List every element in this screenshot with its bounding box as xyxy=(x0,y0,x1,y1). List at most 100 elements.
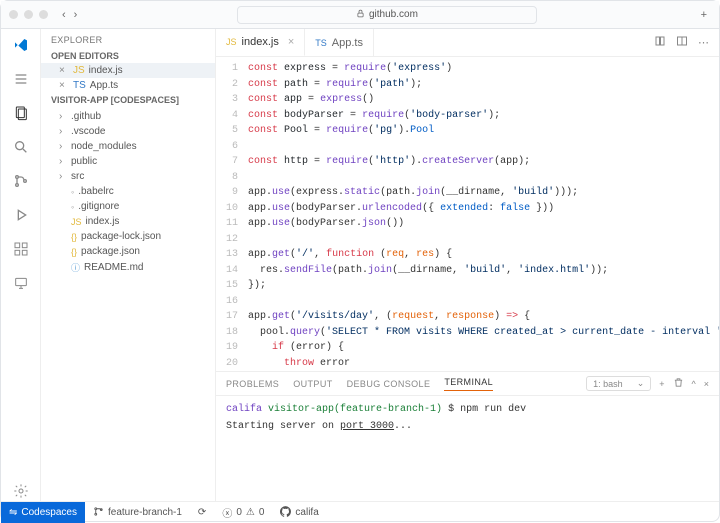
new-tab-icon[interactable]: + xyxy=(697,9,711,21)
address-text: github.com xyxy=(369,9,418,20)
code-body[interactable]: const express = require('express') const… xyxy=(244,57,719,371)
file-icon: {} xyxy=(71,232,77,242)
folder-item[interactable]: ›public xyxy=(41,154,215,169)
codespaces-pill[interactable]: ⇋ Codespaces xyxy=(1,502,85,523)
item-label: node_modules xyxy=(71,141,137,152)
warning-icon: ⚠ xyxy=(246,507,255,518)
traffic-lights xyxy=(9,10,48,19)
sync-status[interactable]: ⟳ 0↓ 0↑ xyxy=(190,507,214,518)
address-bar[interactable]: github.com xyxy=(237,6,537,24)
terminal-user: califa xyxy=(226,404,262,415)
open-editor-item[interactable]: × TS App.ts xyxy=(41,78,215,93)
prompt-symbol: $ xyxy=(448,404,454,415)
git-branch-icon xyxy=(93,506,104,520)
file-item[interactable]: ◦.babelrc xyxy=(41,184,215,199)
folder-item[interactable]: › src xyxy=(41,169,215,184)
terminal[interactable]: califa visitor-app(feature-branch-1) $ n… xyxy=(216,396,719,501)
item-label: public xyxy=(71,156,97,167)
line-gutter: 1234567891011121314151617181920212223242… xyxy=(216,57,244,371)
item-label: src xyxy=(71,171,84,182)
error-icon: ⓧ xyxy=(222,505,232,520)
item-label: .babelrc xyxy=(78,186,114,197)
close-dot[interactable] xyxy=(9,10,18,19)
new-terminal-icon[interactable]: + xyxy=(659,379,664,389)
file-icon: {} xyxy=(71,247,77,257)
terminal-path: visitor-app(feature-branch-1) xyxy=(268,404,442,415)
explorer-icon[interactable] xyxy=(11,103,31,123)
file-icon: TS xyxy=(73,80,86,91)
remote-icon[interactable] xyxy=(11,273,31,293)
file-icon: ◦ xyxy=(71,202,74,212)
terminal-output: Starting server on port 3000... xyxy=(226,421,709,432)
status-bar: ⇋ Codespaces feature-branch-1 ⟳ 0↓ 0↑ ⓧ … xyxy=(1,501,719,523)
explorer-title: EXPLORER xyxy=(41,29,215,49)
activity-bar xyxy=(1,29,41,501)
item-label: .vscode xyxy=(71,126,105,137)
close-panel-icon[interactable]: × xyxy=(704,379,709,389)
extensions-icon[interactable] xyxy=(11,239,31,259)
tab-problems[interactable]: PROBLEMS xyxy=(226,379,279,389)
compare-changes-icon[interactable] xyxy=(654,35,666,50)
terminal-command: npm run dev xyxy=(460,404,526,415)
folder-item[interactable]: › node_modules xyxy=(41,139,215,154)
item-label: .github xyxy=(71,111,101,122)
open-editors-header[interactable]: OPEN EDITORS xyxy=(41,49,215,63)
twisty-icon: › xyxy=(59,141,67,152)
twisty-icon: › xyxy=(59,171,67,182)
split-editor-icon[interactable] xyxy=(676,35,688,50)
open-editor-item[interactable]: × JS index.js xyxy=(41,63,215,78)
editor-tab[interactable]: JS index.js × xyxy=(216,29,305,56)
source-control-icon[interactable] xyxy=(11,171,31,191)
settings-gear-icon[interactable] xyxy=(11,481,31,501)
maximize-panel-icon[interactable]: ^ xyxy=(692,379,696,389)
file-icon: JS xyxy=(73,65,85,76)
file-item[interactable]: JSindex.js xyxy=(41,214,215,229)
twisty-icon: › xyxy=(59,126,67,137)
file-item[interactable]: ◦.gitignore xyxy=(41,199,215,214)
file-name: index.js xyxy=(89,65,123,76)
editor-tabs: JS index.js × TS App.ts ⋯ xyxy=(216,29,719,57)
search-icon[interactable] xyxy=(11,137,31,157)
back-icon[interactable]: ‹ xyxy=(62,9,66,21)
branch-status[interactable]: feature-branch-1 xyxy=(85,506,190,520)
file-name: App.ts xyxy=(90,80,118,91)
file-item[interactable]: {} package-lock.json xyxy=(41,229,215,244)
menu-icon[interactable] xyxy=(11,69,31,89)
vscode-logo-icon xyxy=(11,35,31,55)
folder-item[interactable]: › .github xyxy=(41,109,215,124)
browser-chrome: ‹ › github.com + xyxy=(1,1,719,29)
close-tab-icon[interactable]: × xyxy=(288,36,294,48)
file-item[interactable]: {} package.json xyxy=(41,244,215,259)
zoom-dot[interactable] xyxy=(39,10,48,19)
code-editor[interactable]: 1234567891011121314151617181920212223242… xyxy=(216,57,719,371)
remote-indicator-icon: ⇋ xyxy=(9,507,17,518)
explorer-sidebar: EXPLORER OPEN EDITORS × JS index.js × TS Ap… xyxy=(41,29,216,501)
item-label: package.json xyxy=(81,246,140,257)
user-status[interactable]: califa xyxy=(272,506,326,520)
trash-icon[interactable] xyxy=(673,377,684,390)
close-icon[interactable]: × xyxy=(59,65,69,76)
errors-status[interactable]: ⓧ 0 ⚠ 0 xyxy=(214,505,272,520)
file-icon: JS xyxy=(226,37,237,47)
tab-label: App.ts xyxy=(332,37,363,49)
minimize-dot[interactable] xyxy=(24,10,33,19)
editor-tab[interactable]: TS App.ts xyxy=(305,29,374,56)
twisty-icon: › xyxy=(59,111,67,122)
bottom-panel: PROBLEMS OUTPUT DEBUG CONSOLE TERMINAL 1… xyxy=(216,371,719,501)
file-item[interactable]: ⓘREADME.md xyxy=(41,259,215,276)
item-label: package-lock.json xyxy=(81,231,161,242)
tab-terminal[interactable]: TERMINAL xyxy=(444,377,493,391)
file-icon: JS xyxy=(71,217,82,227)
close-icon[interactable]: × xyxy=(59,80,69,91)
tab-label: index.js xyxy=(242,36,279,48)
tab-output[interactable]: OUTPUT xyxy=(293,379,332,389)
chevron-down-icon: ⌄ xyxy=(637,378,645,389)
debug-icon[interactable] xyxy=(11,205,31,225)
folder-item[interactable]: › .vscode xyxy=(41,124,215,139)
file-icon: TS xyxy=(315,38,327,48)
item-label: README.md xyxy=(84,262,143,273)
terminal-shell-select[interactable]: 1: bash ⌄ xyxy=(586,376,651,391)
tab-debug-console[interactable]: DEBUG CONSOLE xyxy=(347,379,431,389)
more-icon[interactable]: ⋯ xyxy=(698,36,709,49)
workspace-header[interactable]: VISITOR-APP [CODESPACES] xyxy=(41,93,215,107)
